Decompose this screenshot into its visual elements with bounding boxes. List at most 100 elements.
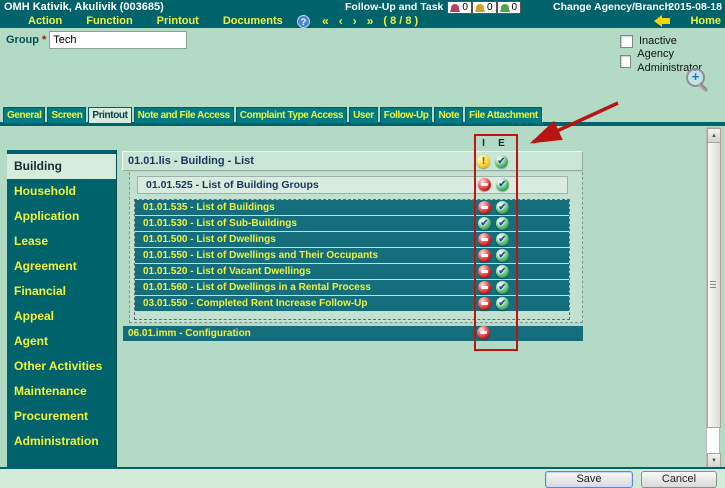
minus-icon[interactable]: [478, 233, 491, 246]
minus-icon[interactable]: [478, 249, 491, 262]
scroll-down-button[interactable]: ▼: [707, 453, 721, 468]
list-item-label: 01.01.550 - List of Dwellings and Their …: [143, 250, 378, 261]
check-icon[interactable]: ✔: [496, 297, 509, 310]
menu-documents[interactable]: Documents: [223, 14, 283, 28]
ie-icons: ✔: [478, 265, 509, 278]
next-record-button[interactable]: ›: [353, 14, 357, 28]
minus-icon[interactable]: [478, 297, 491, 310]
check-icon[interactable]: ✔: [496, 217, 509, 230]
home-link[interactable]: Home: [690, 14, 721, 28]
ie-icons: ✔: [478, 249, 509, 262]
list-item-label: 01.01.535 - List of Buildings: [143, 202, 275, 213]
check-icon[interactable]: ✔: [478, 217, 491, 230]
required-mark: *: [42, 34, 46, 46]
check-icon[interactable]: ✔: [496, 178, 509, 191]
report-group-panel: 01.01.525 - List of Building Groups ✔ 01…: [129, 172, 583, 323]
tab-complaint-type-access[interactable]: Complaint Type Access: [236, 107, 347, 123]
list-item[interactable]: 03.01.550 - Completed Rent Increase Foll…: [135, 296, 569, 312]
back-arrow-icon[interactable]: [654, 16, 670, 26]
last-record-button[interactable]: »: [367, 14, 374, 28]
list-item[interactable]: 01.01.550 - List of Dwellings and Their …: [135, 248, 569, 264]
tab-bar: GeneralScreenPrintoutNote and File Acces…: [3, 107, 542, 123]
check-icon[interactable]: ✔: [496, 281, 509, 294]
tab-note-and-file-access[interactable]: Note and File Access: [134, 107, 234, 123]
column-external: E: [495, 138, 508, 150]
ie-icons: ✔: [478, 281, 509, 294]
configuration-row[interactable]: 06.01.imm - Configuration: [123, 326, 583, 341]
minus-icon[interactable]: [478, 201, 491, 214]
follow-up-counter-1[interactable]: 0: [472, 1, 497, 14]
report-parent-row[interactable]: 01.01.lis - Building - List !✔: [122, 151, 583, 171]
tab-follow-up[interactable]: Follow-Up: [380, 107, 433, 123]
change-agency-branch-link[interactable]: Change Agency/Branch: [553, 0, 671, 14]
group-input[interactable]: [49, 31, 187, 49]
sidebar-item-other-activities[interactable]: Other Activities: [7, 354, 116, 379]
save-button[interactable]: Save: [545, 471, 633, 488]
bell-icon: [451, 4, 459, 11]
ie-icons: !✔: [477, 155, 508, 168]
sidebar-item-agent[interactable]: Agent: [7, 329, 116, 354]
tab-general[interactable]: General: [3, 107, 45, 123]
tab-note[interactable]: Note: [434, 107, 463, 123]
sidebar-item-appeal[interactable]: Appeal: [7, 304, 116, 329]
report-group-row[interactable]: 01.01.525 - List of Building Groups ✔: [137, 176, 568, 194]
tab-printout[interactable]: Printout: [88, 107, 131, 123]
sidebar-item-financial[interactable]: Financial: [7, 279, 116, 304]
minus-icon[interactable]: [478, 265, 491, 278]
list-item[interactable]: 01.01.535 - List of Buildings ✔: [135, 200, 569, 216]
menu-printout[interactable]: Printout: [157, 14, 199, 28]
module-sidebar: BuildingHouseholdApplicationLeaseAgreeme…: [7, 150, 117, 467]
sidebar-item-application[interactable]: Application: [7, 204, 116, 229]
follow-up-counter-0[interactable]: 0: [447, 1, 472, 14]
previous-record-button[interactable]: ‹: [339, 14, 343, 28]
vertical-scrollbar[interactable]: ▲ ▼: [706, 127, 720, 467]
list-item[interactable]: 01.01.500 - List of Dwellings✔: [135, 232, 569, 248]
list-item[interactable]: 01.01.520 - List of Vacant Dwellings✔: [135, 264, 569, 280]
tab-screen[interactable]: Screen: [47, 107, 86, 123]
app-title: OMH Kativik, Akulivik (003685): [4, 0, 164, 14]
check-icon[interactable]: ✔: [496, 201, 509, 214]
application-window: OMH Kativik, Akulivik (003685) Follow-Up…: [0, 0, 725, 488]
list-item[interactable]: 01.01.560 - List of Dwellings in a Renta…: [135, 280, 569, 296]
report-group-label: 01.01.525 - List of Building Groups: [146, 179, 319, 191]
list-item-label: 01.01.530 - List of Sub-Buildings: [143, 218, 297, 229]
sidebar-item-building[interactable]: Building: [7, 154, 116, 179]
minus-icon[interactable]: [478, 178, 491, 191]
sidebar-item-maintenance[interactable]: Maintenance: [7, 379, 116, 404]
first-record-button[interactable]: «: [322, 14, 329, 28]
bell-icon: [476, 4, 484, 11]
scrollbar-thumb[interactable]: [707, 142, 721, 428]
menu-bar: Action Function Printout Documents: [28, 14, 283, 28]
check-icon[interactable]: ✔: [495, 155, 508, 168]
ie-icons: ✔✔: [478, 217, 509, 230]
bell-counters: 000: [447, 1, 521, 14]
check-icon[interactable]: ✔: [496, 233, 509, 246]
minus-icon[interactable]: [478, 281, 491, 294]
sidebar-item-agreement[interactable]: Agreement: [7, 254, 116, 279]
sidebar-item-administration[interactable]: Administration: [7, 429, 116, 454]
ie-icons: ✔: [478, 297, 509, 310]
list-item[interactable]: 01.01.530 - List of Sub-Buildings✔✔: [135, 216, 569, 232]
warning-icon[interactable]: !: [477, 155, 490, 168]
tab-file-attachment[interactable]: File Attachment: [465, 107, 542, 123]
ie-icons: ✔: [478, 178, 509, 191]
inactive-checkbox[interactable]: [620, 35, 633, 48]
list-item-label: 01.01.560 - List of Dwellings in a Renta…: [143, 282, 371, 293]
cancel-button[interactable]: Cancel: [641, 471, 717, 488]
follow-up-counter-2[interactable]: 0: [497, 1, 522, 14]
check-icon[interactable]: ✔: [496, 265, 509, 278]
menu-action[interactable]: Action: [28, 14, 62, 28]
agency-administrator-checkbox[interactable]: [620, 55, 631, 68]
column-internal: I: [477, 138, 490, 150]
zoom-magnifier-icon[interactable]: +: [686, 68, 714, 96]
menu-function[interactable]: Function: [86, 14, 132, 28]
sidebar-item-lease[interactable]: Lease: [7, 229, 116, 254]
current-date: 2015-08-18: [668, 0, 722, 14]
check-icon[interactable]: ✔: [496, 249, 509, 262]
sidebar-item-procurement[interactable]: Procurement: [7, 404, 116, 429]
help-icon[interactable]: ?: [297, 15, 310, 28]
sidebar-item-household[interactable]: Household: [7, 179, 116, 204]
scroll-up-button[interactable]: ▲: [707, 128, 721, 143]
tab-user[interactable]: User: [349, 107, 378, 123]
minus-icon[interactable]: [477, 326, 490, 339]
